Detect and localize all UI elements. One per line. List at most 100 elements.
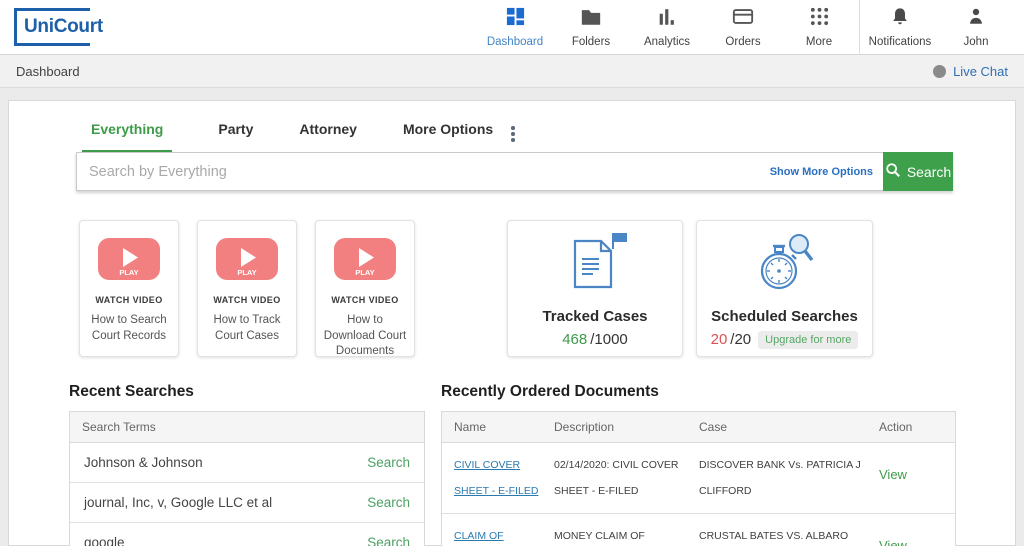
nav-label: Orders xyxy=(725,36,760,48)
video-title: How to Download Court Documents xyxy=(316,313,414,360)
live-chat-status-icon xyxy=(933,65,946,78)
view-link[interactable]: View xyxy=(879,462,907,488)
tracked-cases-card[interactable]: Tracked Cases 468 /1000 xyxy=(507,220,683,357)
cards-row: PLAY WATCH VIDEO How to Search Court Rec… xyxy=(79,220,1015,357)
nav-label: Analytics xyxy=(644,36,690,48)
search-tabs: Everything Party Attorney More Options xyxy=(91,121,1015,152)
scheduled-searches-title: Scheduled Searches xyxy=(711,308,858,325)
breadcrumb: Dashboard xyxy=(16,64,80,79)
search-term: Johnson & Johnson xyxy=(84,455,203,470)
watch-video-label: WATCH VIDEO xyxy=(331,295,398,305)
logo-text: UniCourt xyxy=(24,16,107,38)
unicourt-logo[interactable]: UniCourt xyxy=(14,8,90,46)
document-description: 02/14/2020: CIVIL COVER SHEET - E-FILED xyxy=(554,452,699,504)
document-link[interactable]: CLAIM OF PLAINTIFF xyxy=(454,530,507,546)
tab-more-options[interactable]: More Options xyxy=(403,121,493,150)
search-input-wrap: Show More Options xyxy=(76,152,883,191)
dashboard-grid-icon xyxy=(505,6,526,32)
column-action: Action xyxy=(879,420,939,434)
nav-item-notifications[interactable]: Notifications xyxy=(862,0,938,55)
show-more-options-link[interactable]: Show More Options xyxy=(770,166,873,178)
tracked-limit: /1000 xyxy=(590,331,628,348)
tab-everything[interactable]: Everything xyxy=(82,121,172,152)
dots-grid-icon xyxy=(809,6,830,32)
search-again-link[interactable]: Search xyxy=(367,495,410,510)
search-icon xyxy=(885,162,901,181)
bell-icon xyxy=(890,6,910,32)
ordered-documents-title: Recently Ordered Documents xyxy=(441,383,956,401)
search-button-label: Search xyxy=(907,164,951,180)
search-term: journal, Inc, v, Google LLC et al xyxy=(84,495,272,510)
breadcrumb-bar: Dashboard Live Chat xyxy=(0,55,1024,88)
table-row: CLAIM OF PLAINTIFF MONEY CLAIM OF PLAINT… xyxy=(442,514,955,546)
person-icon xyxy=(966,6,986,32)
nav-label: Folders xyxy=(572,36,610,48)
tracked-cases-title: Tracked Cases xyxy=(542,308,647,325)
nav-label: Notifications xyxy=(869,36,932,48)
search-input[interactable] xyxy=(89,164,760,180)
recent-searches-title: Recent Searches xyxy=(69,383,425,401)
nav-item-analytics[interactable]: Analytics xyxy=(629,0,705,55)
nav-item-user[interactable]: John xyxy=(938,0,1014,55)
dashboard-card: Everything Party Attorney More Options S… xyxy=(8,100,1016,546)
recent-searches-header: Search Terms xyxy=(70,412,424,443)
nav-item-dashboard[interactable]: Dashboard xyxy=(477,0,553,55)
watch-video-label: WATCH VIDEO xyxy=(213,295,280,305)
tracked-used: 468 xyxy=(562,331,587,348)
primary-nav: Dashboard Folders Analytics Orders More xyxy=(477,0,1014,55)
top-bar: UniCourt Dashboard Folders Analytics Ord… xyxy=(0,0,1024,55)
nav-item-orders[interactable]: Orders xyxy=(705,0,781,55)
live-chat-label: Live Chat xyxy=(953,64,1008,79)
video-card-search-records[interactable]: PLAY WATCH VIDEO How to Search Court Rec… xyxy=(79,220,179,357)
search-again-link[interactable]: Search xyxy=(367,535,410,546)
nav-item-more[interactable]: More xyxy=(781,0,857,55)
video-card-download-documents[interactable]: PLAY WATCH VIDEO How to Download Court D… xyxy=(315,220,415,357)
table-row: journal, Inc, v, Google LLC et al Search xyxy=(70,483,424,523)
kebab-menu-icon[interactable] xyxy=(505,123,521,145)
recent-searches-section: Recent Searches Search Terms Johnson & J… xyxy=(69,383,425,546)
svg-text:PLAY: PLAY xyxy=(355,268,374,277)
play-icon: PLAY xyxy=(215,237,279,286)
play-icon: PLAY xyxy=(97,237,161,286)
watch-video-label: WATCH VIDEO xyxy=(95,295,162,305)
ordered-documents-header: Name Description Case Action xyxy=(442,412,955,443)
ordered-documents-section: Recently Ordered Documents Name Descript… xyxy=(441,383,956,546)
upgrade-link[interactable]: Upgrade for more xyxy=(758,331,858,349)
view-link[interactable]: View xyxy=(879,533,907,546)
svg-text:PLAY: PLAY xyxy=(119,268,138,277)
video-title: How to Search Court Records xyxy=(80,313,178,344)
column-case: Case xyxy=(699,420,879,434)
tracked-cases-count: 468 /1000 xyxy=(562,331,628,348)
nav-label: John xyxy=(964,36,989,48)
nav-label: More xyxy=(806,36,832,48)
nav-item-folders[interactable]: Folders xyxy=(553,0,629,55)
document-flag-icon xyxy=(559,229,631,302)
tab-attorney[interactable]: Attorney xyxy=(299,121,357,150)
column-description: Description xyxy=(554,420,699,434)
credit-card-icon xyxy=(732,6,754,32)
video-card-track-cases[interactable]: PLAY WATCH VIDEO How to Track Court Case… xyxy=(197,220,297,357)
main-content: Everything Party Attorney More Options S… xyxy=(0,88,1024,546)
scheduled-searches-count: 20 /20 Upgrade for more xyxy=(711,331,859,349)
recent-searches-table: Search Terms Johnson & Johnson Search jo… xyxy=(69,411,425,546)
video-title: How to Track Court Cases xyxy=(198,313,296,344)
bottom-section: Recent Searches Search Terms Johnson & J… xyxy=(69,383,1015,546)
live-chat-button[interactable]: Live Chat xyxy=(933,64,1008,79)
document-case: DISCOVER BANK Vs. PATRICIA J CLIFFORD xyxy=(699,452,879,504)
column-search-terms: Search Terms xyxy=(82,420,156,434)
nav-label: Dashboard xyxy=(487,36,543,48)
scheduled-searches-card[interactable]: Scheduled Searches 20 /20 Upgrade for mo… xyxy=(696,220,873,357)
column-name: Name xyxy=(454,420,554,434)
table-row: Johnson & Johnson Search xyxy=(70,443,424,483)
folder-icon xyxy=(580,6,602,32)
bar-chart-icon xyxy=(656,6,678,32)
search-again-link[interactable]: Search xyxy=(367,455,410,470)
scheduled-limit: /20 xyxy=(730,331,751,348)
search-term: google xyxy=(84,535,125,546)
document-link[interactable]: CIVIL COVER SHEET - E-FILED xyxy=(454,459,538,497)
tab-party[interactable]: Party xyxy=(218,121,253,150)
search-button[interactable]: Search xyxy=(883,152,953,191)
ordered-documents-table: Name Description Case Action CIVIL COVER… xyxy=(441,411,956,546)
stopwatch-magnifier-icon xyxy=(749,229,821,302)
document-case: CRUSTAL BATES VS. ALBARO LOPEZ DBA AL'S … xyxy=(699,523,879,546)
